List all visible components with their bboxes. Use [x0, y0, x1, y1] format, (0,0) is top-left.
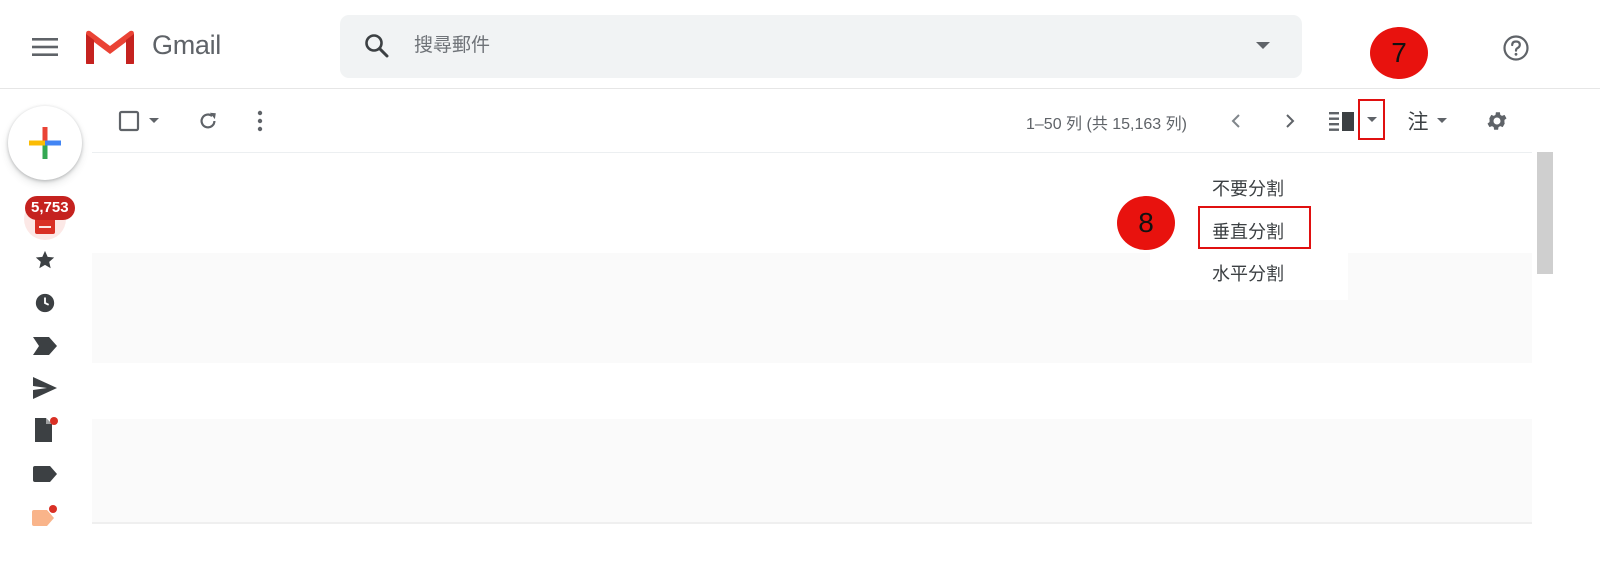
older-page-button[interactable]	[1276, 106, 1304, 136]
chevron-left-icon	[1231, 114, 1240, 128]
input-tools-button[interactable]: 注	[1404, 106, 1432, 136]
split-pane-icon	[1329, 112, 1354, 131]
search-input[interactable]	[414, 31, 1234, 61]
label-icon	[32, 505, 57, 526]
starred-nav-item[interactable]	[32, 247, 58, 273]
main-menu-button[interactable]	[22, 30, 68, 64]
clock-icon	[35, 293, 55, 313]
draft-file-icon	[35, 417, 58, 442]
sent-nav-item[interactable]	[32, 375, 58, 401]
drafts-nav-item[interactable]	[32, 417, 58, 443]
label-nav-item[interactable]	[32, 461, 58, 487]
compose-plus-icon	[29, 127, 61, 159]
search-icon[interactable]	[362, 31, 392, 61]
input-tools-caret-icon[interactable]	[1434, 106, 1450, 136]
compose-button[interactable]	[8, 106, 82, 180]
vertical-split-highlight-box	[1198, 206, 1311, 249]
gear-icon	[1487, 112, 1507, 130]
list-bottom-border	[92, 522, 1532, 524]
important-icon	[33, 337, 57, 355]
app-name: Gmail	[152, 30, 222, 60]
annotation-step-7: 7	[1370, 27, 1428, 79]
split-pane-dropdown-button[interactable]	[1358, 99, 1385, 140]
checkbox-icon	[118, 110, 140, 132]
gmail-logo-icon[interactable]	[84, 28, 136, 66]
list-scrollbar[interactable]	[1537, 152, 1553, 274]
snoozed-nav-item[interactable]	[32, 290, 58, 316]
select-all-checkbox[interactable]	[114, 106, 144, 136]
settings-button[interactable]	[1482, 106, 1512, 136]
star-icon	[35, 250, 55, 269]
split-pane-toggle[interactable]	[1328, 106, 1356, 136]
more-options-button[interactable]	[248, 106, 272, 136]
help-icon[interactable]	[1497, 29, 1535, 67]
menu-item-horizontal-split[interactable]: 水平分割	[1212, 260, 1284, 286]
chevron-right-icon	[1286, 114, 1295, 128]
hamburger-icon	[32, 38, 58, 56]
refresh-button[interactable]	[193, 106, 223, 136]
inbox-unread-badge: 5,753	[25, 196, 75, 220]
more-vert-icon	[257, 110, 263, 132]
page-count: 1–50 列 (共 15,163 列)	[1026, 116, 1187, 133]
annotation-step-8: 8	[1117, 196, 1175, 250]
search-options-caret-icon[interactable]	[1250, 36, 1276, 56]
refresh-icon	[200, 112, 216, 129]
inbox-icon	[35, 218, 55, 234]
newer-page-button[interactable]	[1222, 106, 1250, 136]
label-orange-nav-item[interactable]	[32, 502, 58, 528]
menu-item-no-split[interactable]: 不要分割	[1212, 175, 1284, 201]
important-nav-item[interactable]	[32, 333, 58, 359]
label-icon	[33, 466, 57, 482]
send-icon	[33, 377, 57, 399]
select-options-caret-icon[interactable]	[144, 106, 164, 136]
list-item[interactable]	[92, 363, 1532, 419]
chevron-down-icon	[1366, 116, 1377, 122]
list-item[interactable]	[92, 419, 1532, 523]
